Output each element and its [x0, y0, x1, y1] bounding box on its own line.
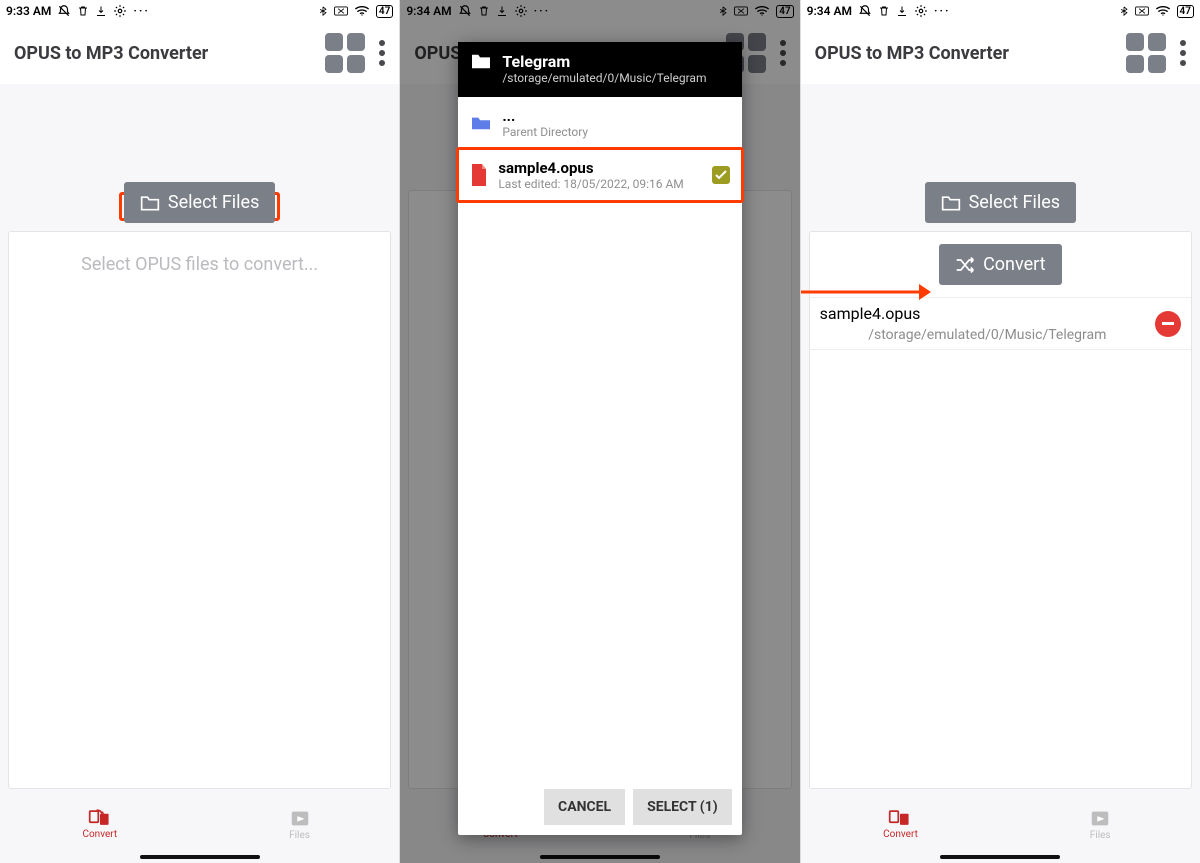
gear-icon [914, 4, 928, 18]
nav-files-label: Files [1090, 830, 1111, 841]
dnd-icon [858, 4, 872, 18]
trash-icon [77, 4, 89, 18]
file-edited: Last edited: 18/05/2022, 09:16 AM [498, 177, 701, 191]
selected-file-name: sample4.opus [820, 304, 1155, 323]
folder-icon [470, 114, 492, 132]
battery-icon: 47 [376, 5, 393, 18]
select-files-button[interactable]: Select Files [925, 182, 1076, 223]
app-bar: OPUS to MP3 Converter [801, 22, 1200, 84]
status-time: 9:34 AM [807, 4, 852, 18]
download-icon [896, 4, 908, 18]
cancel-button[interactable]: CANCEL [544, 789, 625, 825]
selected-file-path: /storage/emulated/0/Music/Telegram [820, 327, 1155, 343]
file-checkbox[interactable] [712, 166, 730, 184]
dialog-title: Telegram [502, 52, 706, 71]
nav-convert-label: Convert [883, 829, 918, 840]
parent-dir-label: Parent Directory [502, 125, 729, 139]
empty-state-text: Select OPUS files to convert... [9, 232, 390, 297]
tutorial-arrow [801, 278, 931, 306]
no-sim-icon [334, 5, 348, 17]
confirm-select-button[interactable]: SELECT (1) [633, 789, 732, 825]
status-time: 9:33 AM [6, 4, 51, 18]
nav-tab-convert[interactable]: Convert [0, 797, 200, 851]
file-row[interactable]: sample4.opus Last edited: 18/05/2022, 09… [458, 149, 741, 201]
more-icon: ··· [133, 4, 150, 18]
gear-icon [113, 4, 127, 18]
bluetooth-icon [318, 4, 328, 18]
screen-3: 9:34 AM ··· [801, 0, 1200, 863]
file-list-card: Convert sample4.opus /storage/emulated/0… [809, 231, 1192, 789]
grid-view-icon[interactable] [1126, 33, 1166, 73]
gesture-bar [940, 855, 1060, 859]
parent-dir-row[interactable]: ... Parent Directory [458, 97, 741, 149]
folder-open-icon [470, 52, 492, 70]
file-icon [470, 164, 488, 186]
wifi-icon [354, 5, 370, 17]
dnd-icon [57, 4, 71, 18]
bottom-nav: Convert Files [0, 797, 399, 851]
dialog-path: /storage/emulated/0/Music/Telegram [502, 71, 706, 87]
bottom-nav: Convert Files [801, 797, 1200, 851]
bluetooth-icon [1119, 4, 1129, 18]
status-bar: 9:34 AM ··· [801, 0, 1200, 22]
nav-tab-convert[interactable]: Convert [801, 797, 1001, 851]
file-list-card: Select OPUS files to convert... [8, 231, 391, 789]
screen-1: 9:33 AM ··· [0, 0, 400, 863]
gesture-bar [140, 855, 260, 859]
nav-tab-files[interactable]: Files [1000, 797, 1200, 851]
remove-file-button[interactable] [1155, 311, 1181, 337]
trash-icon [878, 4, 890, 18]
file-name: sample4.opus [498, 159, 701, 177]
overflow-menu-icon[interactable] [1180, 40, 1186, 66]
select-files-label: Select Files [969, 192, 1060, 213]
download-icon [95, 4, 107, 18]
select-files-button[interactable]: Select Files [124, 182, 275, 223]
more-icon: ··· [934, 4, 951, 18]
shuffle-icon [955, 257, 975, 273]
nav-convert-label: Convert [82, 829, 117, 840]
no-sim-icon [1135, 5, 1149, 17]
overflow-menu-icon[interactable] [379, 40, 385, 66]
convert-button[interactable]: Convert [939, 244, 1062, 285]
nav-files-label: Files [289, 830, 310, 841]
app-bar: OPUS to MP3 Converter [0, 22, 399, 84]
convert-label: Convert [983, 254, 1046, 275]
nav-tab-files[interactable]: Files [200, 797, 400, 851]
battery-icon: 47 [1177, 5, 1194, 18]
wifi-icon [1155, 5, 1171, 17]
screen-2: 9:34 AM ··· [400, 0, 800, 863]
status-bar: 9:33 AM ··· [0, 0, 399, 22]
app-title: OPUS to MP3 Converter [14, 43, 208, 64]
dialog-header: Telegram /storage/emulated/0/Music/Teleg… [458, 42, 741, 97]
select-files-label: Select Files [168, 192, 259, 213]
grid-view-icon[interactable] [325, 33, 365, 73]
parent-dots: ... [502, 107, 729, 125]
app-title: OPUS to MP3 Converter [815, 43, 1009, 64]
file-picker-dialog: Telegram /storage/emulated/0/Music/Teleg… [458, 42, 741, 835]
